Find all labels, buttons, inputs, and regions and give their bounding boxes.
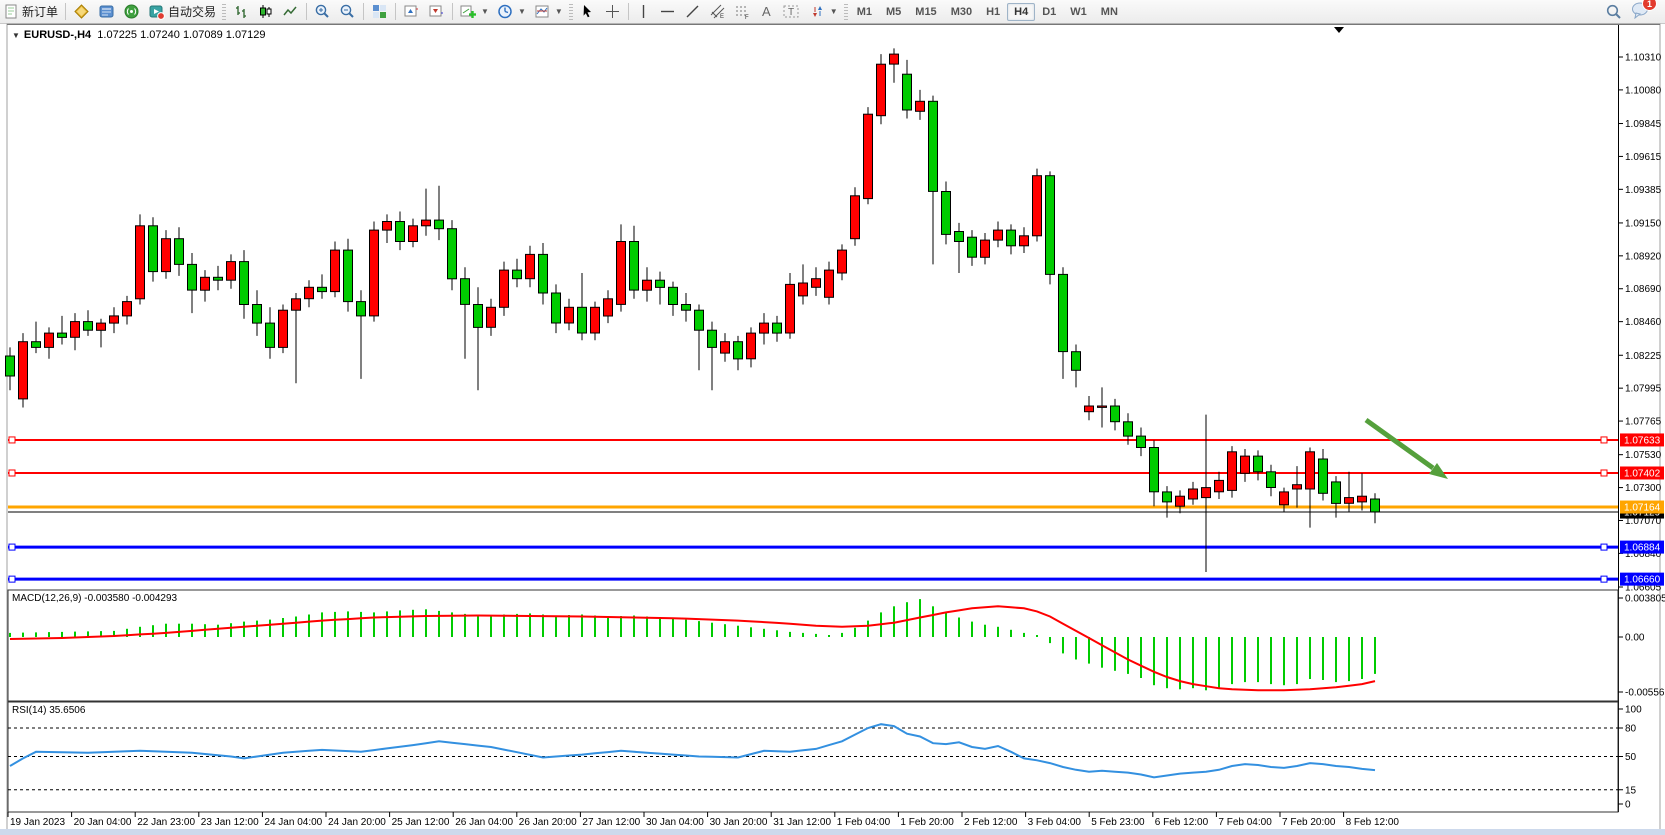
line-handle bbox=[1601, 544, 1607, 550]
line-price-label: 1.06884 bbox=[1624, 543, 1661, 554]
quote-open: 1.07225 bbox=[97, 29, 137, 41]
price-axis-tick: 1.07995 bbox=[1625, 384, 1662, 395]
arrow-annotation[interactable] bbox=[1366, 420, 1448, 479]
price-axis-tick: 1.09150 bbox=[1625, 218, 1662, 229]
chart-symbol: EURUSD-,H4 bbox=[24, 29, 91, 41]
line-price-label: 1.07633 bbox=[1624, 435, 1661, 446]
line-price-label: 1.07164 bbox=[1624, 503, 1661, 514]
time-axis-label: 31 Jan 12:00 bbox=[773, 817, 831, 828]
chart-title: ▼ EURUSD-,H4 1.07225 1.07240 1.07089 1.07… bbox=[12, 29, 266, 41]
price-axis-tick: 1.07530 bbox=[1625, 450, 1662, 461]
rsi-levels bbox=[8, 728, 1618, 790]
time-axis-label: 22 Jan 23:00 bbox=[137, 817, 195, 828]
quote-high: 1.07240 bbox=[140, 29, 180, 41]
time-axis-label: 3 Feb 04:00 bbox=[1028, 817, 1082, 828]
chart-shift-marker bbox=[1334, 27, 1344, 33]
time-axis-label: 26 Jan 04:00 bbox=[455, 817, 513, 828]
rsi-value: 35.6506 bbox=[49, 705, 85, 716]
candlestick-series bbox=[6, 48, 1380, 572]
line-handle bbox=[1601, 437, 1607, 443]
rsi-axis-tick: 80 bbox=[1625, 724, 1637, 735]
price-axis-tick: 1.08460 bbox=[1625, 317, 1662, 328]
rsi-axis-tick: 100 bbox=[1625, 705, 1642, 716]
price-axis-tick: 1.07300 bbox=[1625, 483, 1662, 494]
time-axis-label: 25 Jan 12:00 bbox=[392, 817, 450, 828]
time-axis-label: 26 Jan 20:00 bbox=[519, 817, 577, 828]
time-axis-label: 23 Jan 12:00 bbox=[201, 817, 259, 828]
rsi-line bbox=[10, 724, 1375, 777]
window-bottom-edge bbox=[0, 829, 1665, 835]
price-axis-tick: 1.10310 bbox=[1625, 53, 1662, 64]
time-axis-label: 5 Feb 23:00 bbox=[1091, 817, 1145, 828]
macd-signal-value: -0.004293 bbox=[132, 593, 177, 604]
macd-axis: 0.003805 0.00 -0.005569 bbox=[1618, 594, 1665, 699]
price-axis-tick: 1.09845 bbox=[1625, 119, 1662, 130]
price-axis-tick: 1.09385 bbox=[1625, 185, 1662, 196]
line-handle bbox=[1601, 576, 1607, 582]
time-axis-label: 6 Feb 12:00 bbox=[1155, 817, 1209, 828]
time-axis-label: 7 Feb 20:00 bbox=[1282, 817, 1336, 828]
time-axis-label: 8 Feb 12:00 bbox=[1346, 817, 1400, 828]
time-axis-label: 1 Feb 20:00 bbox=[900, 817, 954, 828]
rsi-indicator-label: RSI(14) 35.6506 bbox=[12, 705, 85, 716]
macd-axis-tick: 0.00 bbox=[1625, 633, 1645, 644]
price-axis-tick: 1.08225 bbox=[1625, 351, 1662, 362]
price-axis-tick: 1.08690 bbox=[1625, 284, 1662, 295]
line-handle bbox=[9, 544, 15, 550]
chart-canvas[interactable]: 1.10310 1.10080 1.09845 1.09615 1.09385 1.091… bbox=[0, 0, 1665, 835]
time-axis-label: 30 Jan 20:00 bbox=[710, 817, 768, 828]
mt4-window: { "toolbar": { "new_order_label": "新订单",… bbox=[0, 0, 1665, 835]
line-handle bbox=[9, 437, 15, 443]
macd-axis-tick: 0.003805 bbox=[1625, 594, 1665, 605]
line-handle bbox=[9, 470, 15, 476]
quote-low: 1.07089 bbox=[183, 29, 223, 41]
price-axis-tick: 1.09615 bbox=[1625, 152, 1662, 163]
time-axis-label: 2 Feb 12:00 bbox=[964, 817, 1018, 828]
quote-close: 1.07129 bbox=[226, 29, 266, 41]
rsi-axis-tick: 50 bbox=[1625, 752, 1637, 763]
time-axis-label: 30 Jan 04:00 bbox=[646, 817, 704, 828]
rsi-axis: 100 80 50 15 0 bbox=[1618, 705, 1642, 811]
macd-histogram bbox=[10, 599, 1375, 690]
rsi-axis-tick: 0 bbox=[1625, 800, 1631, 811]
line-handle bbox=[1601, 470, 1607, 476]
macd-main-value: -0.003580 bbox=[84, 593, 129, 604]
line-price-label: 1.07402 bbox=[1624, 468, 1661, 479]
time-axis-label: 24 Jan 20:00 bbox=[328, 817, 386, 828]
time-axis-label: 24 Jan 04:00 bbox=[264, 817, 322, 828]
time-axis-label: 19 Jan 2023 bbox=[10, 817, 65, 828]
price-axis-tick: 1.08920 bbox=[1625, 251, 1662, 262]
chevron-down-icon[interactable]: ▼ bbox=[12, 31, 20, 40]
rsi-axis-tick: 15 bbox=[1625, 785, 1637, 796]
line-handle bbox=[9, 576, 15, 582]
price-axis-tick: 1.07765 bbox=[1625, 417, 1662, 428]
time-axis: 19 Jan 2023 20 Jan 04:00 22 Jan 23:00 23 Ja… bbox=[8, 812, 1399, 828]
time-axis-label: 7 Feb 04:00 bbox=[1218, 817, 1272, 828]
line-price-label: 1.06660 bbox=[1624, 575, 1661, 586]
panel-borders bbox=[7, 24, 1660, 830]
time-axis-label: 1 Feb 04:00 bbox=[837, 817, 891, 828]
rsi-name: RSI(14) bbox=[12, 705, 46, 716]
time-axis-label: 20 Jan 04:00 bbox=[74, 817, 132, 828]
macd-name: MACD(12,26,9) bbox=[12, 593, 81, 604]
macd-indicator-label: MACD(12,26,9) -0.003580 -0.004293 bbox=[12, 593, 177, 604]
price-axis-tick: 1.10080 bbox=[1625, 85, 1662, 96]
macd-axis-tick: -0.005569 bbox=[1625, 688, 1665, 699]
macd-signal-line bbox=[10, 606, 1375, 690]
time-axis-label: 27 Jan 12:00 bbox=[582, 817, 640, 828]
